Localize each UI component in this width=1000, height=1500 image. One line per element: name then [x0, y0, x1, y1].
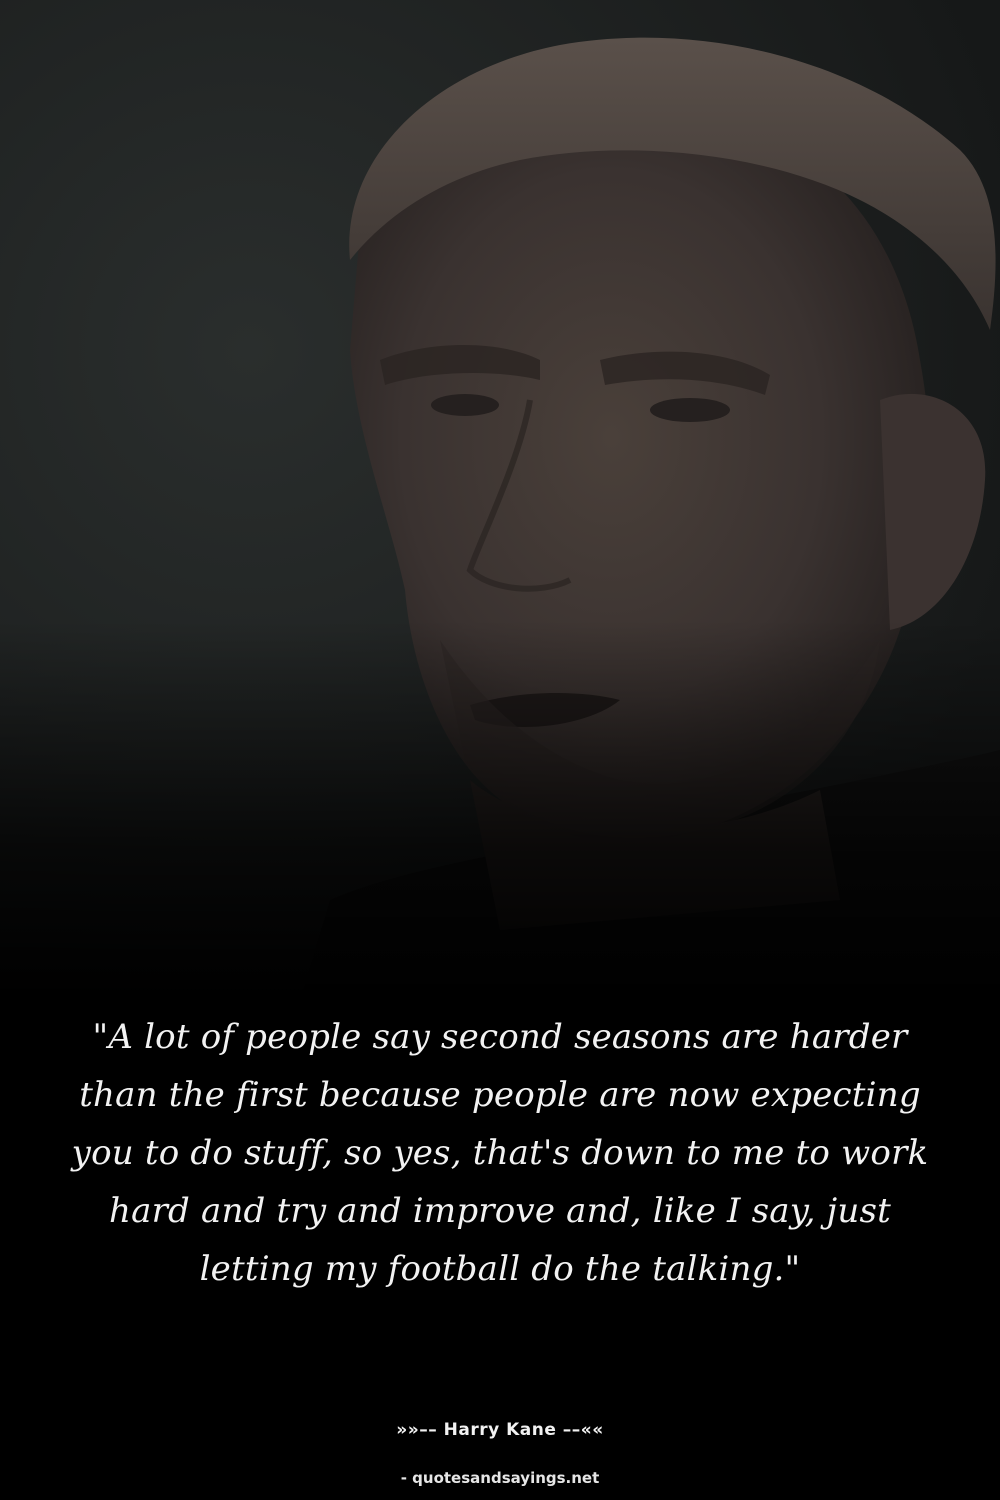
attribution: »»–– Harry Kane ––««	[0, 1420, 1000, 1440]
source-credit: - quotesandsayings.net	[400, 1469, 600, 1487]
quote-text: "A lot of people say second seasons are …	[71, 1017, 929, 1289]
quote-poster: "A lot of people say second seasons are …	[0, 0, 1000, 1500]
attribution-suffix: ––««	[556, 1420, 604, 1440]
author-name: Harry Kane	[443, 1420, 557, 1440]
attribution-prefix: »»––	[396, 1420, 444, 1440]
photo-fade-overlay	[0, 0, 1000, 1000]
